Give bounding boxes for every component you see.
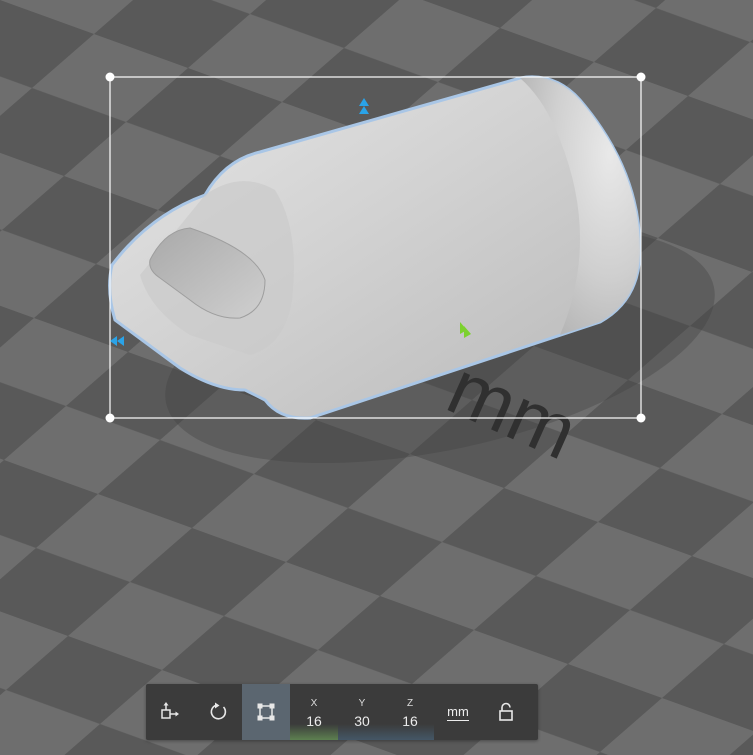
3d-viewport[interactable]: mm	[0, 0, 753, 755]
dimension-y-axis-label: Y	[358, 697, 366, 709]
rotate-tool-button[interactable]	[194, 684, 242, 740]
dimension-y-bar	[338, 724, 386, 740]
rotate-icon	[210, 702, 227, 720]
scale-tool-button[interactable]	[242, 684, 290, 740]
unit-label: mm	[447, 703, 469, 721]
dimension-x-axis-label: X	[310, 697, 318, 709]
bbox-handle-top-right[interactable]	[636, 72, 646, 82]
dimension-z-field[interactable]: Z 16	[386, 684, 434, 740]
bbox-handle-bottom-left[interactable]	[105, 413, 115, 423]
bbox-handle-bottom-right[interactable]	[636, 413, 646, 423]
dimension-z-axis-label: Z	[406, 697, 414, 709]
bbox-handle-top-left[interactable]	[105, 72, 115, 82]
dimension-z-bar	[386, 724, 434, 740]
dimension-y-field[interactable]: Y 30	[338, 684, 386, 740]
lock-icon	[499, 702, 513, 721]
scale-icon	[257, 703, 275, 721]
transform-toolbar: X 16 Y 30 Z 16 mm	[146, 684, 538, 740]
dimension-x-bar	[290, 724, 338, 740]
lock-proportions-button[interactable]	[482, 684, 530, 740]
move-icon	[161, 702, 179, 719]
unit-selector[interactable]: mm	[434, 684, 482, 740]
move-tool-button[interactable]	[146, 684, 194, 740]
dimension-x-field[interactable]: X 16	[290, 684, 338, 740]
